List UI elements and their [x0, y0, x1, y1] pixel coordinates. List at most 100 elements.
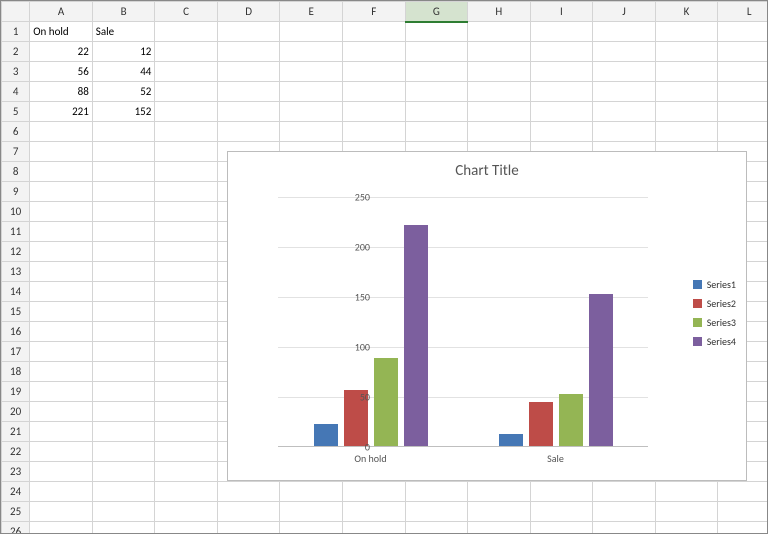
cell-J5[interactable] — [593, 102, 656, 122]
cell-D5[interactable] — [217, 102, 280, 122]
cell-G2[interactable] — [405, 42, 468, 62]
cell-F25[interactable] — [342, 502, 405, 522]
cell-C17[interactable] — [155, 342, 218, 362]
cell-C2[interactable] — [155, 42, 218, 62]
column-header-H[interactable]: H — [468, 2, 531, 22]
cell-A25[interactable] — [30, 502, 93, 522]
cell-C20[interactable] — [155, 402, 218, 422]
cell-J24[interactable] — [593, 482, 656, 502]
cell-E6[interactable] — [280, 122, 343, 142]
cell-B20[interactable] — [92, 402, 155, 422]
row-header-1[interactable]: 1 — [2, 22, 30, 42]
cell-A16[interactable] — [30, 322, 93, 342]
cell-B25[interactable] — [92, 502, 155, 522]
cell-E2[interactable] — [280, 42, 343, 62]
cell-F26[interactable] — [342, 522, 405, 534]
cell-G25[interactable] — [405, 502, 468, 522]
row-header-19[interactable]: 19 — [2, 382, 30, 402]
row-header-17[interactable]: 17 — [2, 342, 30, 362]
cell-H26[interactable] — [468, 522, 531, 534]
column-header-L[interactable]: L — [718, 2, 768, 22]
row-header-20[interactable]: 20 — [2, 402, 30, 422]
cell-A22[interactable] — [30, 442, 93, 462]
column-header-J[interactable]: J — [593, 2, 656, 22]
cell-H4[interactable] — [468, 82, 531, 102]
cell-C23[interactable] — [155, 462, 218, 482]
cell-C18[interactable] — [155, 362, 218, 382]
cell-E25[interactable] — [280, 502, 343, 522]
column-header-C[interactable]: C — [155, 2, 218, 22]
row-header-16[interactable]: 16 — [2, 322, 30, 342]
cell-K26[interactable] — [655, 522, 718, 534]
cell-I26[interactable] — [530, 522, 593, 534]
cell-B11[interactable] — [92, 222, 155, 242]
row-header-5[interactable]: 5 — [2, 102, 30, 122]
cell-H25[interactable] — [468, 502, 531, 522]
cell-L2[interactable] — [718, 42, 768, 62]
cell-K3[interactable] — [655, 62, 718, 82]
cell-H2[interactable] — [468, 42, 531, 62]
cell-D24[interactable] — [217, 482, 280, 502]
cell-C24[interactable] — [155, 482, 218, 502]
cell-C10[interactable] — [155, 202, 218, 222]
cell-D3[interactable] — [217, 62, 280, 82]
cell-A12[interactable] — [30, 242, 93, 262]
cell-B10[interactable] — [92, 202, 155, 222]
row-header-3[interactable]: 3 — [2, 62, 30, 82]
row-header-21[interactable]: 21 — [2, 422, 30, 442]
cell-C6[interactable] — [155, 122, 218, 142]
cell-A23[interactable] — [30, 462, 93, 482]
cell-A10[interactable] — [30, 202, 93, 222]
row-header-26[interactable]: 26 — [2, 522, 30, 534]
corner-cell[interactable] — [2, 2, 30, 22]
cell-I25[interactable] — [530, 502, 593, 522]
cell-C8[interactable] — [155, 162, 218, 182]
cell-L26[interactable] — [718, 522, 768, 534]
cell-D1[interactable] — [217, 22, 280, 42]
cell-B26[interactable] — [92, 522, 155, 534]
cell-H24[interactable] — [468, 482, 531, 502]
cell-F5[interactable] — [342, 102, 405, 122]
cell-L4[interactable] — [718, 82, 768, 102]
row-header-7[interactable]: 7 — [2, 142, 30, 162]
row-header-24[interactable]: 24 — [2, 482, 30, 502]
cell-E1[interactable] — [280, 22, 343, 42]
cell-D4[interactable] — [217, 82, 280, 102]
cell-E26[interactable] — [280, 522, 343, 534]
cell-I1[interactable] — [530, 22, 593, 42]
cell-J6[interactable] — [593, 122, 656, 142]
cell-J3[interactable] — [593, 62, 656, 82]
cell-C14[interactable] — [155, 282, 218, 302]
row-header-2[interactable]: 2 — [2, 42, 30, 62]
cell-L3[interactable] — [718, 62, 768, 82]
cell-B22[interactable] — [92, 442, 155, 462]
cell-C4[interactable] — [155, 82, 218, 102]
cell-F24[interactable] — [342, 482, 405, 502]
cell-E5[interactable] — [280, 102, 343, 122]
cell-C7[interactable] — [155, 142, 218, 162]
embedded-chart[interactable]: Chart Title Series1Series2Series3Series4… — [227, 151, 747, 481]
cell-A24[interactable] — [30, 482, 93, 502]
cell-I2[interactable] — [530, 42, 593, 62]
cell-K1[interactable] — [655, 22, 718, 42]
cell-G5[interactable] — [405, 102, 468, 122]
cell-D2[interactable] — [217, 42, 280, 62]
cell-A11[interactable] — [30, 222, 93, 242]
cell-B5[interactable]: 152 — [92, 102, 155, 122]
cell-J26[interactable] — [593, 522, 656, 534]
cell-B16[interactable] — [92, 322, 155, 342]
cell-G1[interactable] — [405, 22, 468, 42]
cell-C15[interactable] — [155, 302, 218, 322]
cell-C21[interactable] — [155, 422, 218, 442]
cell-E24[interactable] — [280, 482, 343, 502]
cell-A6[interactable] — [30, 122, 93, 142]
cell-A18[interactable] — [30, 362, 93, 382]
cell-F2[interactable] — [342, 42, 405, 62]
cell-B7[interactable] — [92, 142, 155, 162]
cell-B17[interactable] — [92, 342, 155, 362]
column-header-K[interactable]: K — [655, 2, 718, 22]
cell-L25[interactable] — [718, 502, 768, 522]
column-header-I[interactable]: I — [530, 2, 593, 22]
row-header-14[interactable]: 14 — [2, 282, 30, 302]
cell-A15[interactable] — [30, 302, 93, 322]
